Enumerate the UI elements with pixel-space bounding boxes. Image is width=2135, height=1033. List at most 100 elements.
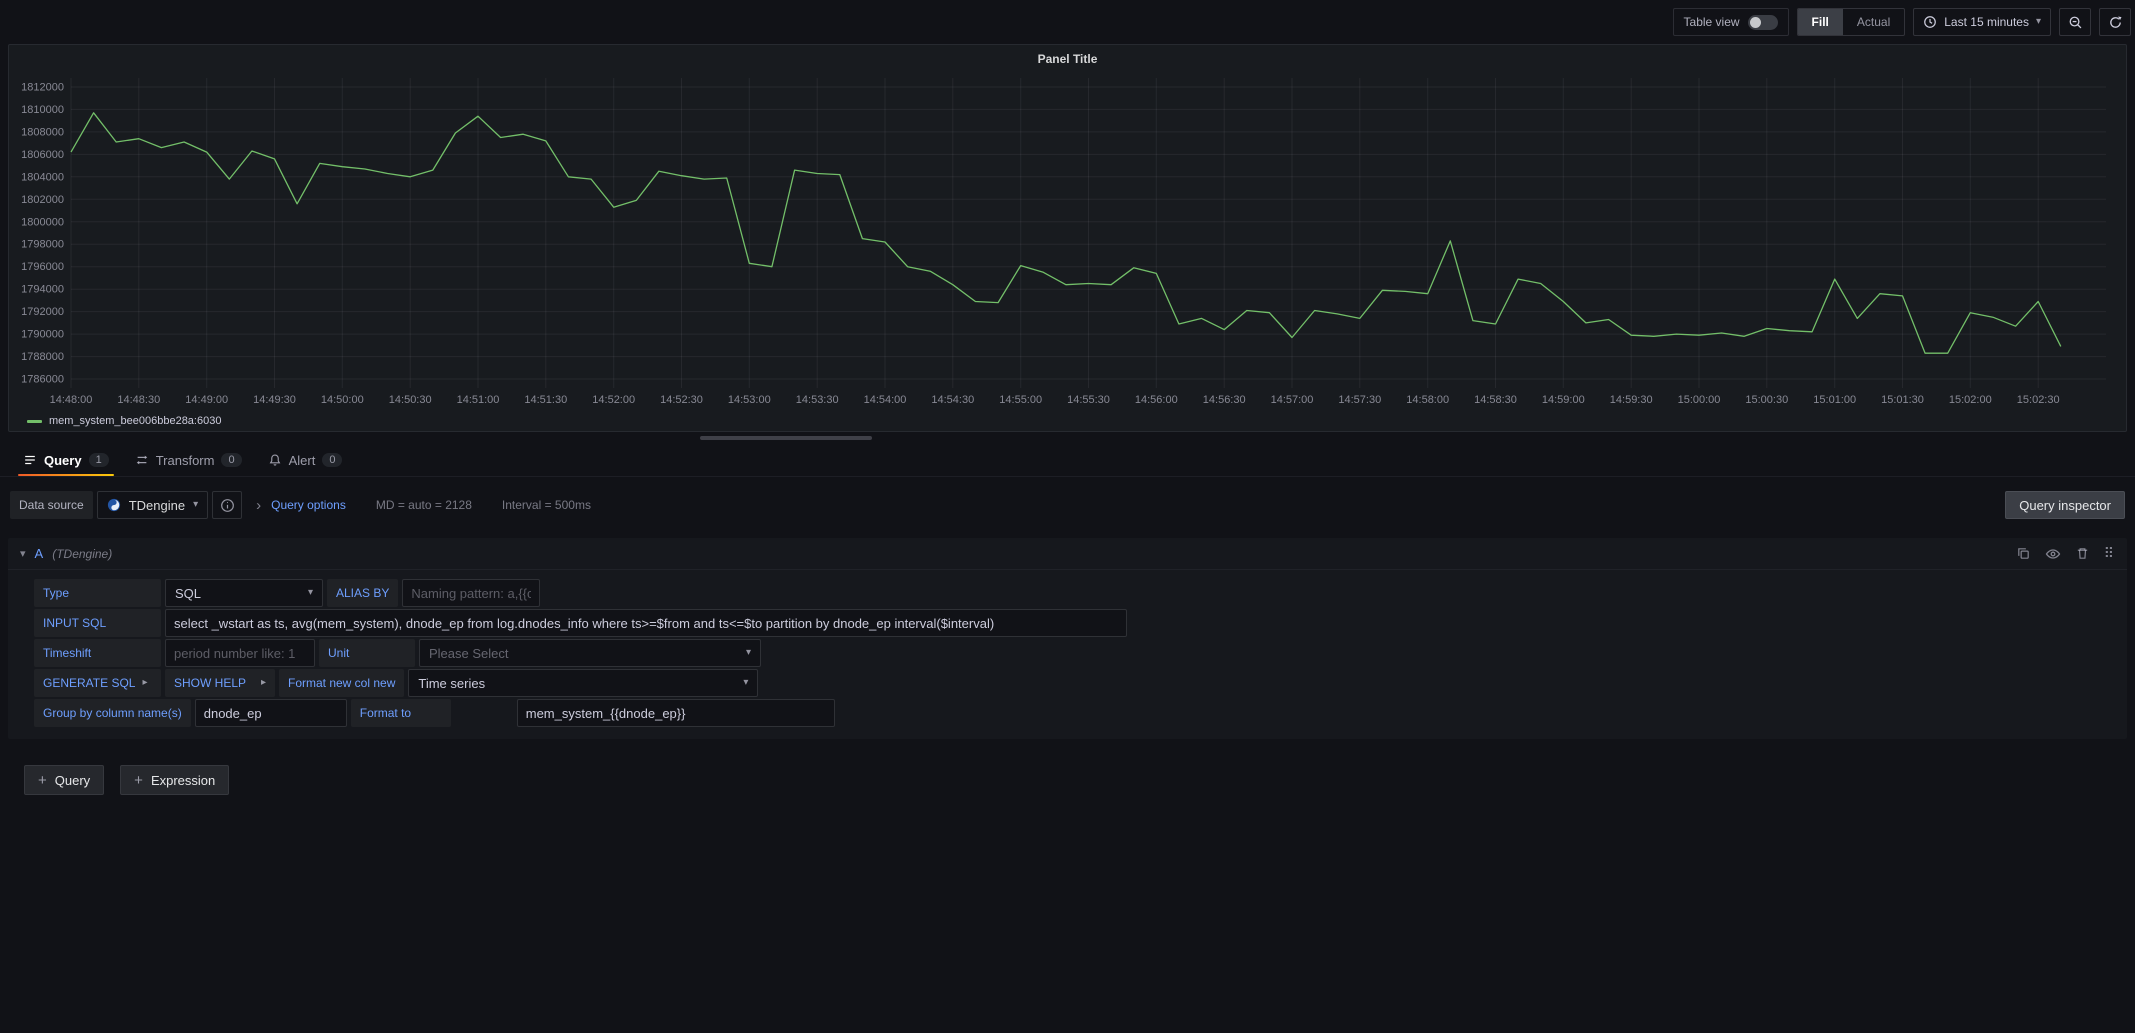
svg-text:15:02:30: 15:02:30 [2017, 394, 2060, 406]
query-inspector-button[interactable]: Query inspector [2005, 491, 2125, 519]
svg-text:14:52:00: 14:52:00 [592, 394, 635, 406]
time-series-chart[interactable]: 1786000178800017900001792000179400017960… [13, 70, 2116, 413]
group-by-label: Group by column name(s) [34, 699, 191, 727]
scrollbar-thumb[interactable] [700, 436, 872, 440]
query-row-header: ▾ A (TDengine) ⠿ [8, 538, 2127, 570]
datasource-picker[interactable]: TDengine ▾ [97, 491, 208, 519]
generate-sql-label-text: GENERATE SQL [43, 676, 135, 690]
zoom-out-button[interactable] [2059, 8, 2091, 36]
svg-text:14:57:30: 14:57:30 [1338, 394, 1381, 406]
max-data-points-info: MD = auto = 2128 [376, 498, 472, 512]
alias-by-label-text: ALIAS BY [336, 586, 389, 600]
generate-sql-button[interactable]: GENERATE SQL ▸ [34, 669, 161, 697]
chevron-down-icon: ▾ [308, 588, 313, 598]
query-editor-form: Type SQL ▾ ALIAS BY INPUT SQL Timeshift … [8, 570, 2127, 731]
svg-text:14:58:30: 14:58:30 [1474, 394, 1517, 406]
datasource-help-button[interactable] [212, 491, 242, 519]
timeshift-label-text: Timeshift [43, 646, 91, 660]
add-expression-label: Expression [151, 773, 215, 788]
svg-text:14:51:00: 14:51:00 [457, 394, 500, 406]
svg-text:1812000: 1812000 [21, 82, 64, 94]
svg-text:14:49:30: 14:49:30 [253, 394, 296, 406]
svg-text:14:59:00: 14:59:00 [1542, 394, 1585, 406]
tab-transform[interactable]: Transform 0 [122, 444, 255, 476]
datasource-name: TDengine [129, 498, 185, 513]
type-select[interactable]: SQL ▾ [165, 579, 323, 607]
tab-transform-label: Transform [156, 453, 215, 468]
svg-text:14:55:30: 14:55:30 [1067, 394, 1110, 406]
svg-text:14:48:30: 14:48:30 [117, 394, 160, 406]
input-sql-label-text: INPUT SQL [43, 616, 106, 630]
footer-actions: + Query + Expression [24, 765, 2135, 795]
svg-text:1792000: 1792000 [21, 306, 64, 318]
svg-text:14:50:00: 14:50:00 [321, 394, 364, 406]
chart-svg: 1786000178800017900001792000179400017960… [13, 70, 2116, 408]
svg-text:1806000: 1806000 [21, 149, 64, 161]
tab-transform-count: 0 [221, 453, 241, 467]
unit-select-value: Please Select [429, 646, 509, 661]
add-expression-button[interactable]: + Expression [120, 765, 229, 795]
timeshift-row: Timeshift Unit Please Select ▾ [34, 639, 2127, 667]
unit-label-text: Unit [328, 646, 349, 660]
chevron-right-icon: ▸ [261, 678, 266, 688]
plus-icon: + [134, 773, 143, 788]
sql-input[interactable] [165, 609, 1127, 637]
add-query-button[interactable]: + Query [24, 765, 104, 795]
query-options-toggle[interactable]: Query options [271, 498, 346, 512]
editor-tabs: Query 1 Transform 0 Alert 0 [0, 444, 2135, 477]
format-select-value: Time series [418, 676, 485, 691]
svg-text:1802000: 1802000 [21, 194, 64, 206]
query-datasource-hint: (TDengine) [52, 547, 112, 561]
chevron-down-icon: ▾ [743, 678, 748, 688]
svg-text:15:00:00: 15:00:00 [1678, 394, 1721, 406]
collapse-chevron-icon[interactable]: ▾ [20, 547, 26, 560]
interval-info: Interval = 500ms [502, 498, 591, 512]
unit-label: Unit [319, 639, 415, 667]
chevron-right-icon: ▸ [142, 678, 147, 688]
svg-text:1800000: 1800000 [21, 216, 64, 228]
panel-title[interactable]: Panel Title [9, 45, 2126, 68]
svg-text:1794000: 1794000 [21, 284, 64, 296]
refresh-button[interactable] [2099, 8, 2131, 36]
type-label-text: Type [43, 586, 69, 600]
svg-text:15:01:30: 15:01:30 [1881, 394, 1924, 406]
svg-text:1804000: 1804000 [21, 171, 64, 183]
svg-text:14:57:00: 14:57:00 [1271, 394, 1314, 406]
query-row-actions: ⠿ [2016, 545, 2113, 562]
type-row: Type SQL ▾ ALIAS BY [34, 579, 2127, 607]
svg-text:14:55:00: 14:55:00 [999, 394, 1042, 406]
query-ref-id[interactable]: A [35, 546, 44, 561]
time-range-picker[interactable]: Last 15 minutes ▾ [1913, 8, 2051, 36]
legend-series-label[interactable]: mem_system_bee006bbe28a:6030 [49, 415, 221, 427]
tab-query[interactable]: Query 1 [10, 444, 122, 476]
show-help-button[interactable]: SHOW HELP ▸ [165, 669, 275, 697]
unit-select[interactable]: Please Select ▾ [419, 639, 761, 667]
type-select-value: SQL [175, 586, 201, 601]
svg-text:1796000: 1796000 [21, 261, 64, 273]
legend-series-color [27, 420, 42, 423]
duplicate-query-icon[interactable] [2016, 546, 2031, 561]
add-query-label: Query [55, 773, 90, 788]
svg-text:14:51:30: 14:51:30 [524, 394, 567, 406]
timeshift-input[interactable] [165, 639, 315, 667]
chevron-down-icon: ▾ [2036, 17, 2041, 27]
format-select[interactable]: Time series ▾ [408, 669, 758, 697]
datasource-bar: Data source TDengine ▾ › Query options M… [10, 490, 2125, 520]
format-to-input[interactable] [517, 699, 835, 727]
timeshift-label: Timeshift [34, 639, 161, 667]
svg-text:1808000: 1808000 [21, 126, 64, 138]
delete-query-icon[interactable] [2075, 546, 2090, 561]
bell-icon [268, 453, 282, 467]
drag-handle-icon[interactable]: ⠿ [2104, 545, 2113, 562]
table-view-switch[interactable] [1748, 15, 1778, 30]
tab-alert[interactable]: Alert 0 [255, 444, 356, 476]
svg-text:1790000: 1790000 [21, 329, 64, 341]
fill-button[interactable]: Fill [1798, 9, 1843, 35]
chevron-down-icon: ▾ [746, 648, 751, 658]
group-by-input[interactable] [195, 699, 347, 727]
actual-button[interactable]: Actual [1843, 9, 1904, 35]
alias-input[interactable] [402, 579, 540, 607]
svg-text:14:48:00: 14:48:00 [50, 394, 93, 406]
hide-query-icon[interactable] [2045, 546, 2061, 562]
tab-query-count: 1 [89, 453, 109, 467]
